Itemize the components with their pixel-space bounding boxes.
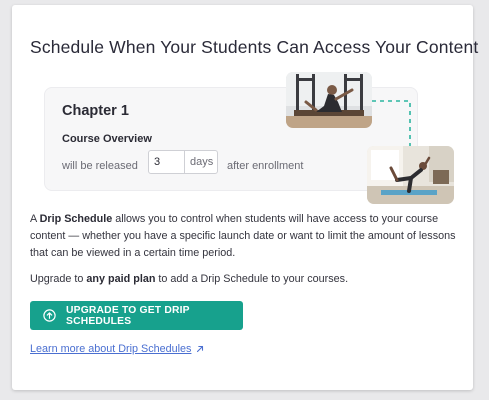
article-word: A — [30, 213, 37, 225]
drip-description: A Drip Schedule allows you to control wh… — [30, 211, 458, 262]
paid-plan-emphasis: any paid plan — [86, 273, 156, 285]
upgrade-button[interactable]: UPGRADE TO GET DRIP SCHEDULES — [30, 301, 243, 330]
learn-more-label: Learn more about Drip Schedules — [30, 343, 192, 355]
lesson-title: Course Overview — [62, 133, 152, 145]
arrow-up-circle-icon — [43, 309, 56, 322]
drip-illustration: Chapter 1 Course Overview will be releas… — [44, 69, 454, 205]
chapter-title: Chapter 1 — [62, 103, 129, 119]
upgrade-button-label: UPGRADE TO GET DRIP SCHEDULES — [66, 304, 190, 327]
yoga-pose-photo — [367, 146, 454, 204]
upgrade-note: Upgrade to any paid plan to add a Drip S… — [30, 271, 458, 288]
drip-schedule-term: Drip Schedule — [39, 213, 113, 225]
upgrade-note-suffix: to add a Drip Schedule to your courses. — [158, 273, 349, 285]
release-prefix-label: will be released — [62, 160, 138, 172]
reformer-pilates-photo — [286, 72, 372, 128]
upgrade-note-prefix: Upgrade to — [30, 273, 84, 285]
release-suffix-label: after enrollment — [227, 160, 304, 172]
page-title: Schedule When Your Students Can Access Y… — [30, 37, 479, 57]
external-arrow-icon — [196, 345, 204, 353]
learn-more-link[interactable]: Learn more about Drip Schedules — [30, 343, 204, 355]
drip-schedule-card: Schedule When Your Students Can Access Y… — [12, 5, 478, 390]
days-value: 3 — [149, 151, 185, 173]
days-input: 3 days — [148, 150, 218, 174]
days-unit: days — [190, 156, 214, 168]
